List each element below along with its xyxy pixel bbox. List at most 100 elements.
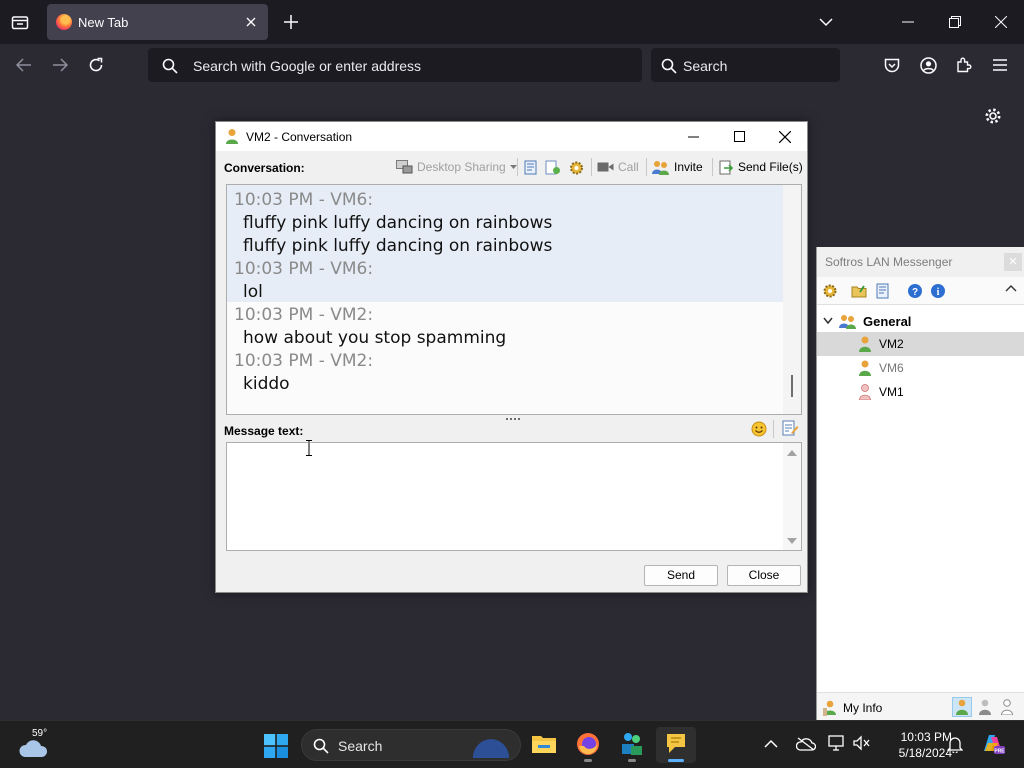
send-files-label: Send File(s) (738, 160, 803, 174)
lan-messenger-title: Softros LAN Messenger (825, 255, 953, 269)
user-item-vm2[interactable]: VM2 (817, 332, 1024, 356)
scrollbar-thumb[interactable] (791, 375, 793, 397)
network-app-button[interactable] (612, 727, 652, 763)
chevron-down-icon[interactable] (814, 11, 838, 33)
menu-icon[interactable] (987, 53, 1013, 77)
message-text: how about you stop spamming (243, 328, 507, 348)
volume-muted-icon[interactable] (853, 735, 871, 753)
chat-bubble-icon (667, 734, 685, 753)
info-icon[interactable]: i (930, 283, 946, 299)
display-icon[interactable] (828, 735, 846, 753)
desktop-sharing-label: Desktop Sharing (417, 160, 506, 174)
camera-icon (597, 162, 614, 172)
extensions-icon[interactable] (951, 53, 977, 77)
scroll-down-icon[interactable] (787, 538, 797, 544)
user-online-icon (859, 360, 871, 376)
toolbar-separator (773, 420, 774, 438)
forward-icon[interactable] (47, 53, 73, 77)
group-users-icon (839, 314, 856, 329)
notification-bell-icon[interactable] (947, 735, 965, 753)
copilot-icon[interactable]: PRE (980, 731, 1006, 757)
lan-messenger-statusbar: My Info (817, 692, 1024, 720)
temperature: 59° (32, 728, 48, 739)
tab-list-icon[interactable] (8, 10, 32, 34)
group-general[interactable]: General (823, 311, 911, 331)
address-bar[interactable]: Search with Google or enter address (148, 48, 642, 82)
text-format-icon[interactable] (781, 419, 799, 437)
call-button[interactable]: Call (597, 157, 639, 177)
help-icon[interactable]: ? (907, 283, 923, 299)
settings-button[interactable] (568, 157, 585, 177)
message-header: 10:03 PM - VM6: (234, 190, 374, 210)
history-icon[interactable] (875, 283, 891, 299)
conversation-history[interactable]: ··· ·· ··· ···· · ··· 10:03 PM - VM6: fl… (226, 184, 802, 415)
taskbar-search[interactable]: Search (301, 729, 521, 761)
chevron-up-icon[interactable] (1005, 284, 1021, 300)
tab-new-tab[interactable]: New Tab (47, 4, 268, 40)
gear-icon[interactable] (982, 105, 1004, 127)
toolbar-separator (646, 158, 647, 176)
message-text: lol (243, 282, 263, 302)
message-input-box (226, 442, 802, 551)
close-icon[interactable]: ✕ (1004, 253, 1022, 271)
restore-icon[interactable] (941, 8, 969, 36)
message-text: fluffy pink luffy dancing on rainbows (243, 236, 553, 256)
firefox-taskbar-button[interactable] (568, 727, 608, 763)
save-conversation-button[interactable] (545, 157, 561, 177)
new-tab-icon[interactable] (280, 11, 302, 33)
back-icon[interactable] (11, 53, 37, 77)
lan-messenger-titlebar[interactable]: Softros LAN Messenger ✕ (817, 247, 1024, 277)
close-button[interactable]: Close (727, 565, 801, 586)
user-item-vm6[interactable]: VM6 (817, 356, 1024, 380)
user-name: VM2 (879, 337, 904, 351)
status-offline-icon[interactable] (997, 697, 1017, 717)
maximize-icon[interactable] (716, 122, 762, 151)
smiley-icon[interactable] (750, 420, 768, 438)
my-info-button[interactable]: My Info (823, 700, 882, 716)
weather-cloud-icon (19, 740, 48, 757)
close-icon[interactable] (987, 8, 1015, 36)
conversation-label: Conversation: (224, 161, 305, 175)
account-icon[interactable] (915, 53, 941, 77)
lan-messenger-taskbar-button[interactable] (656, 727, 696, 763)
user-item-vm1[interactable]: VM1 (817, 380, 1024, 404)
close-icon[interactable] (762, 122, 808, 151)
system-clock[interactable]: 10:03 PM 5/18/2024 (876, 729, 952, 761)
scroll-up-icon[interactable] (787, 450, 797, 456)
send-file-icon (719, 160, 734, 174)
clock-date: 5/18/2024 (898, 746, 952, 760)
browser-tab-strip: New Tab (0, 0, 1024, 44)
windows-start-icon[interactable] (264, 734, 288, 758)
window-titlebar[interactable]: VM2 - Conversation (216, 122, 807, 151)
desktop-sharing-icon (396, 160, 413, 174)
send-button[interactable]: Send (644, 565, 718, 586)
search-bar[interactable]: Search (651, 48, 840, 82)
message-input[interactable] (227, 443, 783, 550)
invite-button[interactable]: Invite (652, 157, 703, 177)
file-explorer-button[interactable] (524, 727, 564, 763)
history-button[interactable] (523, 157, 538, 177)
desktop-sharing-button[interactable]: Desktop Sharing (396, 157, 517, 177)
navigation-toolbar: Search with Google or enter address Sear… (0, 44, 1024, 86)
folder-icon[interactable] (851, 283, 867, 299)
weather-widget[interactable]: 59° (18, 728, 52, 757)
send-files-button[interactable]: Send File(s) (718, 157, 803, 177)
group-label: General (863, 313, 912, 329)
running-indicator (628, 759, 636, 762)
status-away-icon[interactable] (975, 697, 995, 717)
chevron-down-icon (823, 317, 833, 325)
settings-gears-icon[interactable] (822, 283, 838, 299)
message-input-scrollbar[interactable] (783, 443, 801, 550)
onedrive-offline-icon[interactable] (796, 735, 816, 753)
pocket-icon[interactable] (879, 53, 905, 77)
window-title: VM2 - Conversation (246, 130, 353, 144)
minimize-icon[interactable] (894, 8, 922, 36)
status-online-icon[interactable] (952, 697, 972, 717)
search-icon (660, 57, 678, 75)
chevron-up-icon[interactable] (764, 735, 782, 753)
reload-icon[interactable] (83, 53, 109, 77)
pane-splitter[interactable] (506, 418, 520, 421)
minimize-icon[interactable] (670, 122, 716, 151)
close-tab-icon[interactable] (242, 13, 260, 31)
conversation-scrollbar[interactable] (783, 185, 801, 414)
